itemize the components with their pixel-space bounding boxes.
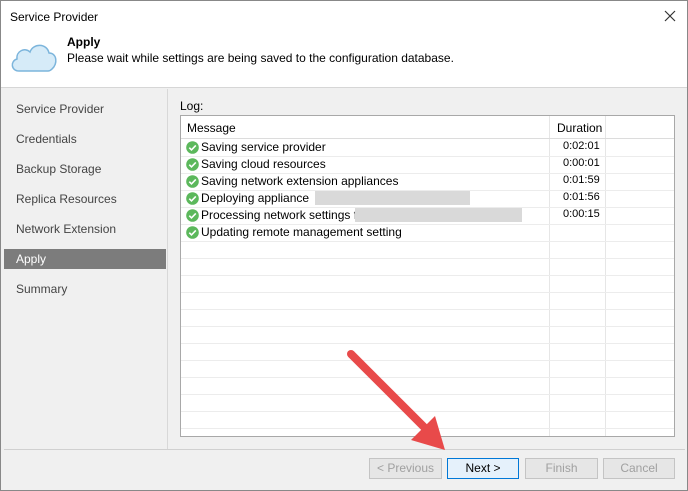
check-circle-icon xyxy=(186,192,199,205)
check-circle-icon xyxy=(186,226,199,239)
previous-button[interactable]: < Previous xyxy=(369,458,442,479)
sidebar-item-network-extension[interactable]: Network Extension xyxy=(4,219,166,239)
wizard-header: Apply Please wait while settings are bei… xyxy=(1,31,687,88)
log-message: Saving cloud resources xyxy=(201,157,326,171)
row-divider xyxy=(181,258,674,259)
column-header-duration[interactable]: Duration xyxy=(557,121,602,135)
row-divider xyxy=(181,309,674,310)
row-divider xyxy=(181,360,674,361)
cloud-icon xyxy=(9,37,59,77)
log-row[interactable]: Saving network extension appliances 0:01… xyxy=(181,173,674,190)
row-divider xyxy=(181,292,674,293)
row-divider xyxy=(181,411,674,412)
sidebar-item-service-provider[interactable]: Service Provider xyxy=(4,99,166,119)
log-message: Deploying appliance xyxy=(201,191,310,205)
check-circle-icon xyxy=(186,209,199,222)
check-circle-icon xyxy=(186,158,199,171)
sidebar-item-apply[interactable]: Apply xyxy=(4,249,166,269)
redacted-text xyxy=(315,191,470,205)
log-duration: 0:00:01 xyxy=(563,157,600,169)
row-divider xyxy=(181,377,674,378)
log-row[interactable]: Updating remote management setting xyxy=(181,224,674,241)
row-divider xyxy=(181,343,674,344)
footer-divider xyxy=(4,449,685,450)
finish-button[interactable]: Finish xyxy=(525,458,598,479)
sidebar-item-summary[interactable]: Summary xyxy=(4,279,166,299)
log-row[interactable]: Deploying appliance 0:01:56 xyxy=(181,190,674,207)
sidebar-item-credentials[interactable]: Credentials xyxy=(4,129,166,149)
log-table[interactable]: Message Duration Saving service provider… xyxy=(180,115,675,437)
check-circle-icon xyxy=(186,175,199,188)
step-description: Please wait while settings are being sav… xyxy=(67,51,454,65)
redacted-text xyxy=(355,208,522,222)
cancel-button[interactable]: Cancel xyxy=(603,458,675,479)
log-duration: 0:01:56 xyxy=(563,191,600,203)
row-divider xyxy=(181,275,674,276)
window-title: Service Provider xyxy=(10,10,99,24)
check-circle-icon xyxy=(186,141,199,154)
log-row[interactable]: Saving service provider 0:02:01 xyxy=(181,139,674,156)
sidebar-item-backup-storage[interactable]: Backup Storage xyxy=(4,159,166,179)
row-divider xyxy=(181,394,674,395)
step-title: Apply xyxy=(67,35,101,49)
log-message: Processing network settings for xyxy=(201,208,368,222)
log-duration: 0:02:01 xyxy=(563,140,600,152)
log-message: Updating remote management setting xyxy=(201,225,402,239)
log-row[interactable]: Saving cloud resources 0:00:01 xyxy=(181,156,674,173)
close-icon[interactable] xyxy=(659,5,681,27)
sidebar-item-replica-resources[interactable]: Replica Resources xyxy=(4,189,166,209)
log-row[interactable]: Processing network settings for 0:00:15 xyxy=(181,207,674,224)
row-divider xyxy=(181,326,674,327)
wizard-steps-sidebar: Service Provider Credentials Backup Stor… xyxy=(4,89,168,449)
row-divider xyxy=(181,241,674,242)
column-header-message[interactable]: Message xyxy=(187,121,236,135)
wizard-window: Service Provider Apply Please wait while… xyxy=(0,0,688,491)
row-divider xyxy=(181,428,674,429)
log-duration: 0:00:15 xyxy=(563,208,600,220)
log-message: Saving service provider xyxy=(201,140,326,154)
log-message: Saving network extension appliances xyxy=(201,174,399,188)
next-button[interactable]: Next > xyxy=(447,458,519,479)
log-label: Log: xyxy=(180,99,204,113)
log-duration: 0:01:59 xyxy=(563,174,600,186)
title-bar: Service Provider xyxy=(1,1,687,31)
